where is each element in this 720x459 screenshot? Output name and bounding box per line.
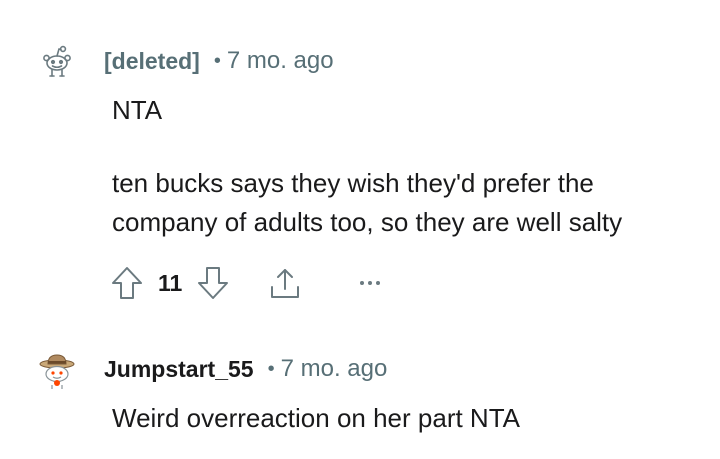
comment-timestamp[interactable]: 7 mo. ago: [227, 47, 334, 75]
comment-meta: Jumpstart_55 • 7 mo. ago: [104, 355, 387, 383]
avatar[interactable]: [39, 44, 75, 80]
downvote-arrow-icon: [198, 267, 229, 299]
more-options-button[interactable]: [358, 278, 382, 288]
snoo-cowboy-hat-icon: [39, 354, 75, 389]
upvote-arrow-icon: [112, 267, 142, 299]
comment-action-bar: 11: [110, 263, 382, 303]
upvote-button[interactable]: [110, 265, 144, 301]
share-icon: [271, 269, 300, 298]
comment-meta: [deleted] • 7 mo. ago: [104, 47, 334, 75]
comment-paragraph: Weird overreaction on her part NTA: [112, 403, 520, 433]
snoo-outline-icon: [43, 45, 71, 77]
avatar[interactable]: [38, 352, 75, 389]
share-button[interactable]: [268, 265, 302, 301]
meta-separator: •: [213, 49, 221, 72]
comment-timestamp[interactable]: 7 mo. ago: [281, 355, 388, 383]
comment-paragraph: ten bucks says they wish they'd prefer t…: [112, 168, 623, 237]
more-options-icon: [360, 281, 381, 285]
downvote-button[interactable]: [196, 265, 230, 301]
comment-paragraph: NTA: [112, 95, 163, 125]
comment-author[interactable]: [deleted]: [104, 48, 200, 75]
comment-author[interactable]: Jumpstart_55: [104, 356, 254, 383]
meta-separator: •: [267, 357, 275, 380]
vote-score: 11: [158, 269, 183, 296]
